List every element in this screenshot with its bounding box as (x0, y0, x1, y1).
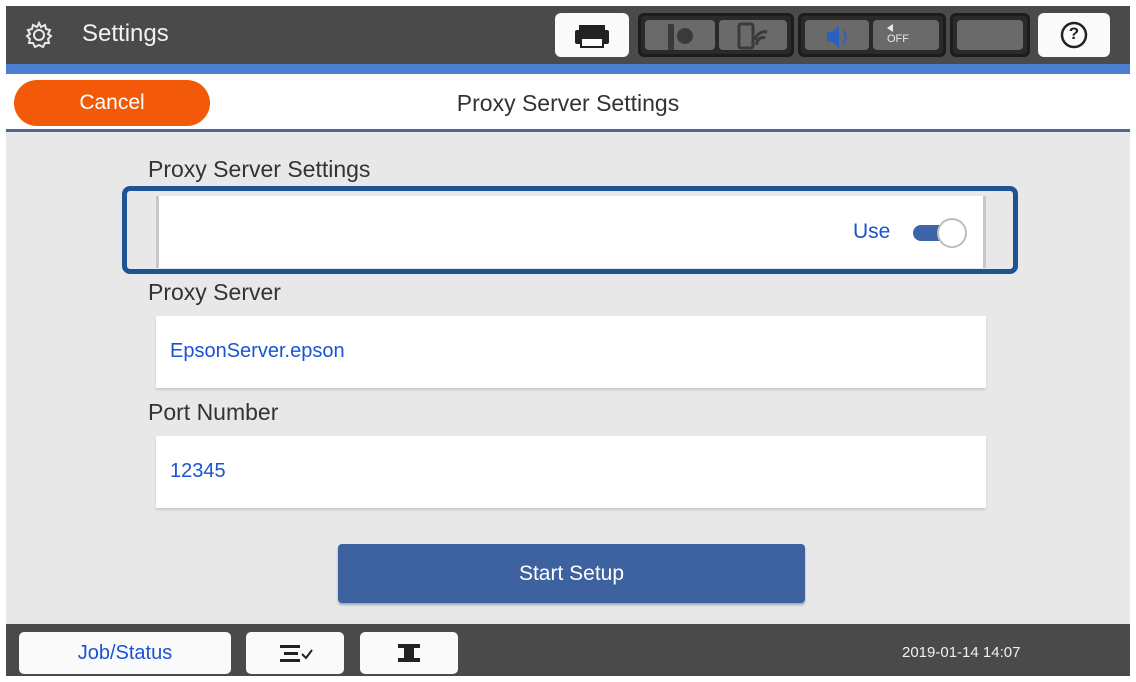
port-number-field[interactable]: 12345 (156, 436, 986, 508)
accent-strip (6, 64, 1130, 74)
printer-icon (575, 25, 609, 48)
network-status-group[interactable] (638, 13, 794, 57)
gear-icon[interactable] (24, 20, 54, 50)
speaker-icon (827, 26, 847, 48)
bottom-bar: Job/Status 2019-01-14 14:07 (6, 624, 1130, 676)
port-number-label: Port Number (148, 399, 279, 425)
transmission-icon (398, 644, 420, 662)
help-button[interactable]: ? (1038, 13, 1110, 57)
sleep-icon (985, 27, 995, 47)
port-number-value: 12345 (170, 460, 226, 482)
focus-highlight (122, 186, 1018, 274)
mute-icon: OFF (887, 24, 909, 45)
help-glyph: ? (1068, 24, 1080, 43)
page-title: Proxy Server Settings (456, 90, 680, 116)
job-status-button[interactable]: Job/Status (19, 632, 231, 674)
header-bar: Cancel Proxy Server Settings (6, 74, 1130, 132)
wifi-direct-icon (668, 24, 693, 50)
svg-text:OFF: OFF (887, 33, 909, 45)
proxy-server-field[interactable]: EpsonServer.epson (156, 316, 986, 388)
start-setup-button[interactable]: Start Setup (338, 544, 805, 603)
proxy-settings-label: Proxy Server Settings (148, 156, 371, 182)
screen: Settings OFF ? Cancel Proxy Server Setti… (6, 6, 1130, 676)
proxy-server-value: EpsonServer.epson (170, 340, 345, 362)
job-list-button[interactable] (246, 632, 344, 674)
sleep-button[interactable] (950, 13, 1030, 57)
device-frame: Settings OFF ? Cancel Proxy Server Setti… (0, 0, 1136, 682)
wifi-icon (737, 22, 768, 50)
status-bar: Settings OFF ? (6, 6, 1130, 64)
datetime-display: 2019-01-14 14:07 (902, 644, 1021, 661)
transmission-button[interactable] (360, 632, 458, 674)
proxy-server-label: Proxy Server (148, 279, 281, 305)
sound-status-group[interactable]: OFF (798, 13, 946, 57)
job-list-icon (280, 645, 313, 662)
screen-title: Settings (82, 20, 169, 47)
printer-button[interactable] (555, 13, 629, 57)
